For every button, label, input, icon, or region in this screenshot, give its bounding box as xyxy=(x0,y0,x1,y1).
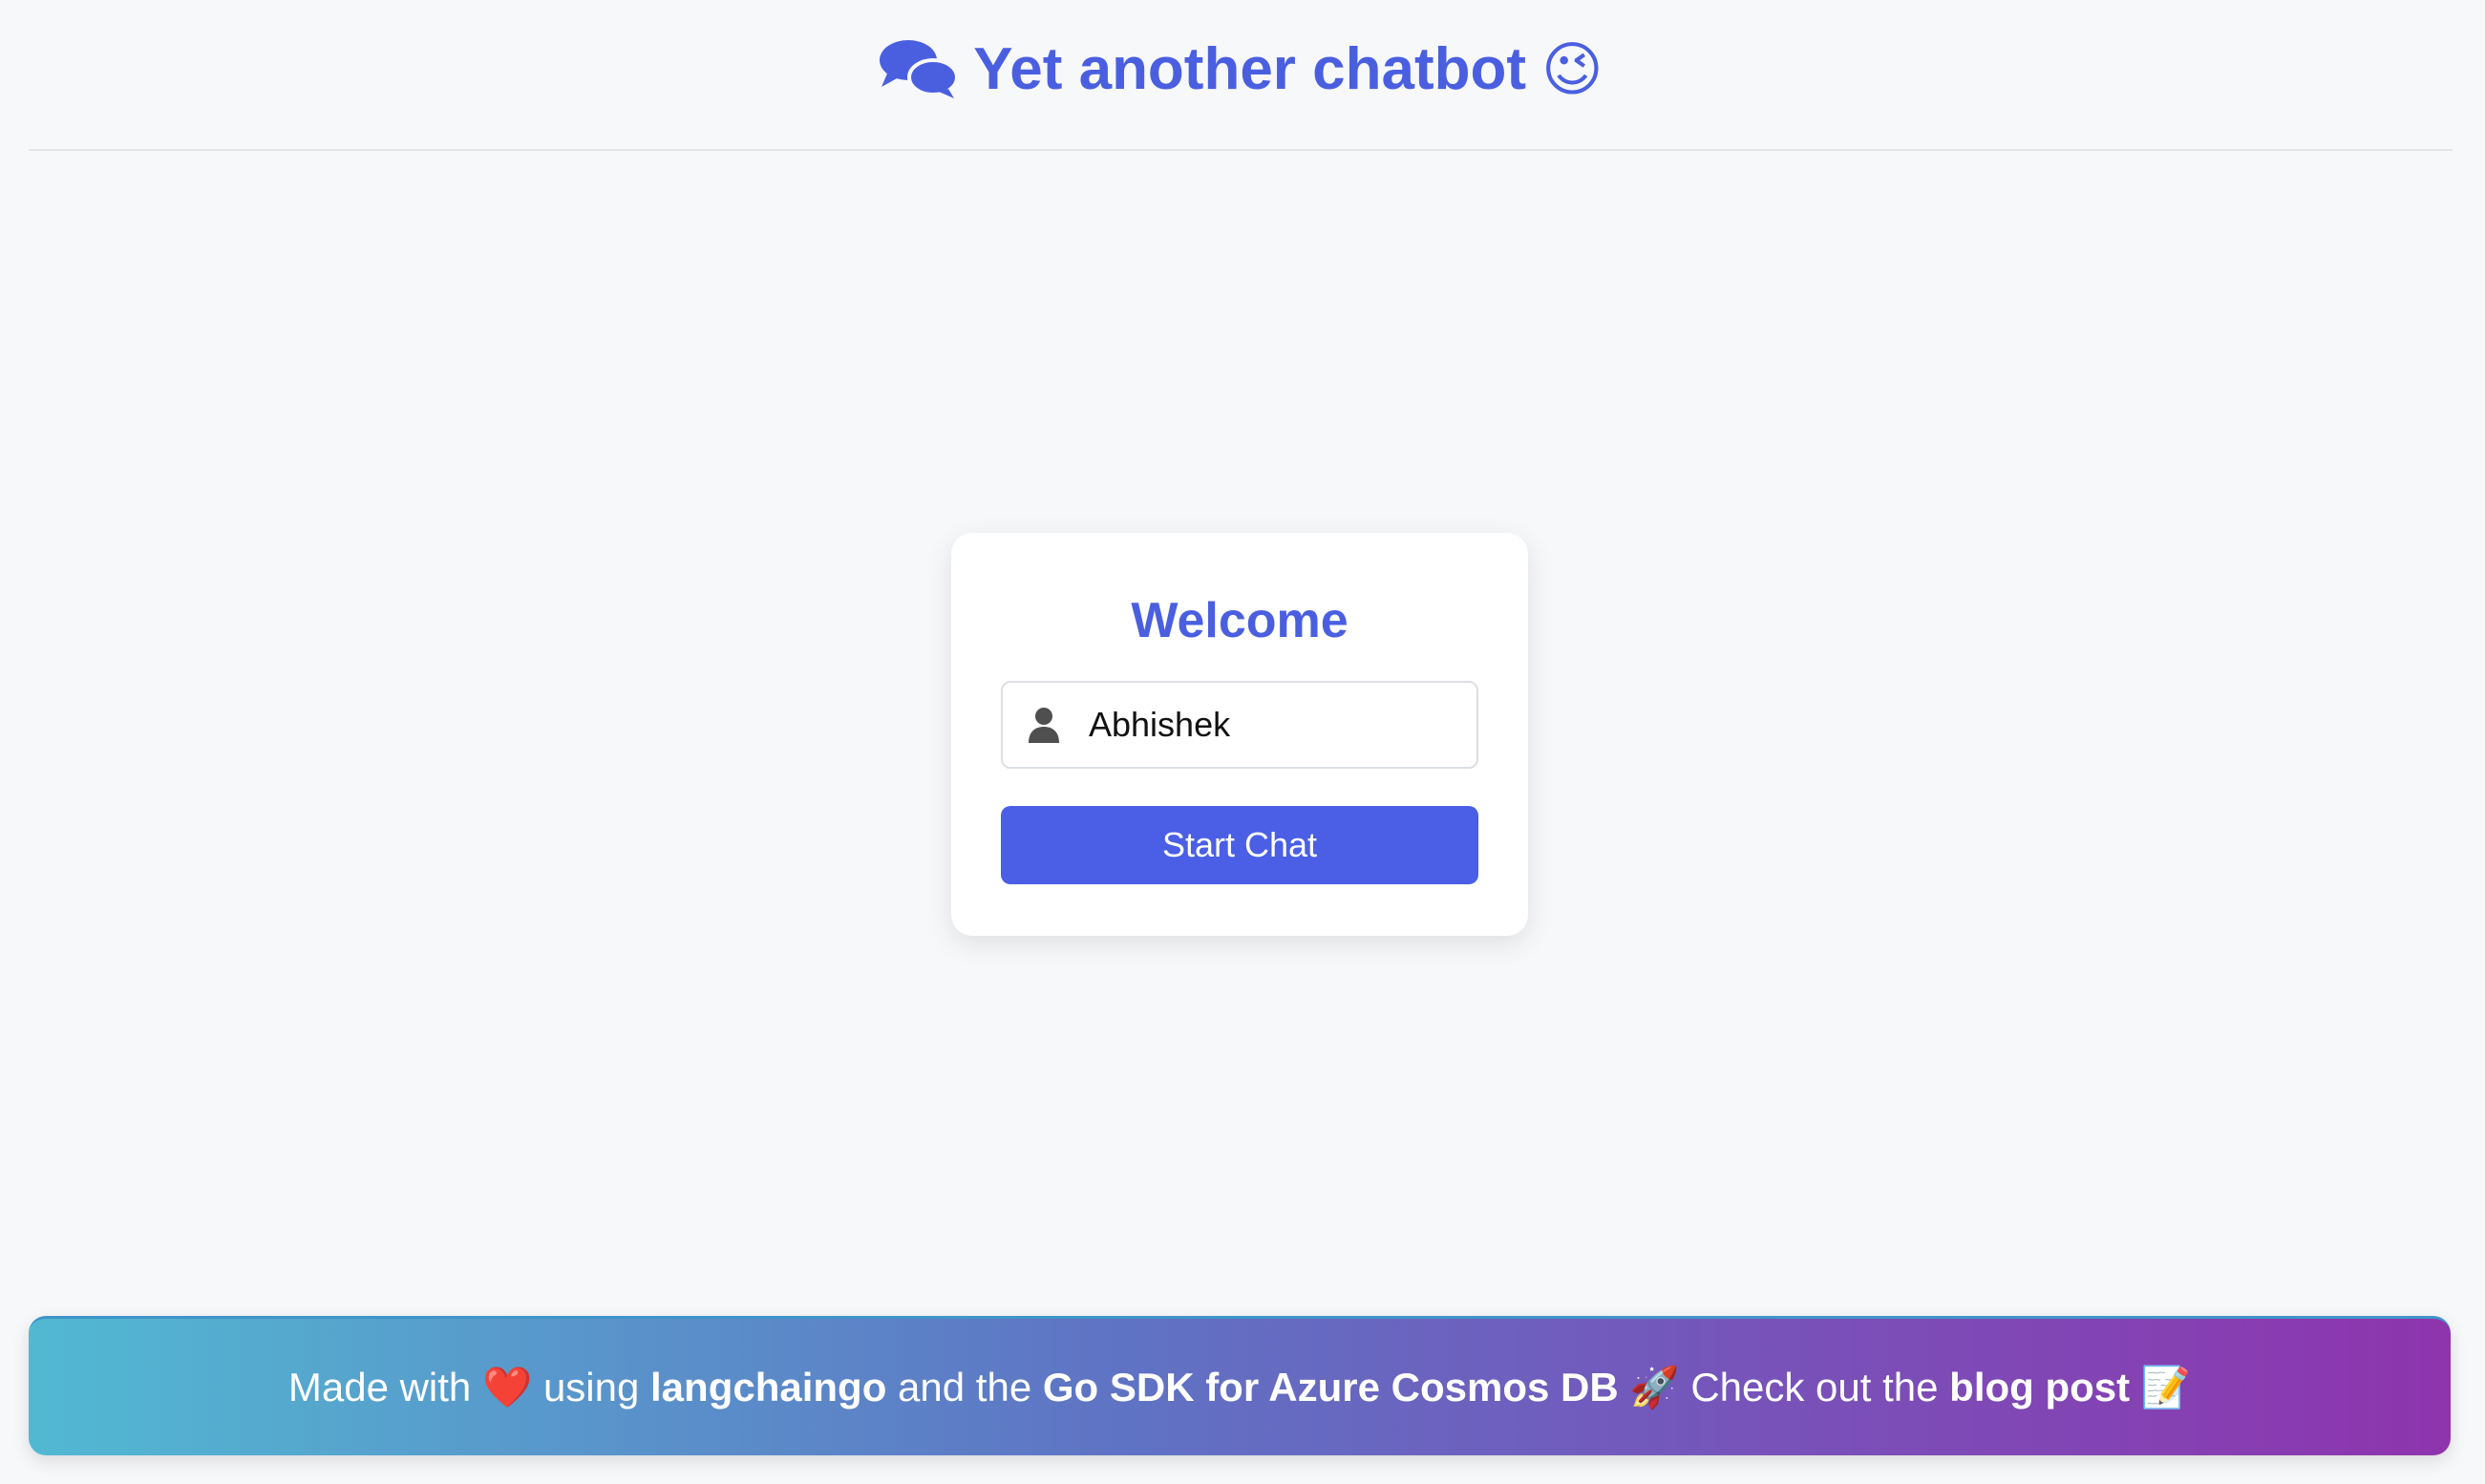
start-chat-button[interactable]: Start Chat xyxy=(1001,806,1478,884)
speech-bubbles-icon xyxy=(880,40,959,98)
cosmos-sdk-link[interactable]: Go SDK for Azure Cosmos DB xyxy=(1043,1365,1619,1410)
footer-made-with: Made with xyxy=(287,1364,472,1410)
login-card: Welcome Start Chat xyxy=(951,533,1528,936)
welcome-heading: Welcome xyxy=(1131,593,1349,648)
user-icon xyxy=(1029,708,1059,743)
footer-check-out: Check out the xyxy=(1690,1364,1939,1410)
langchaingo-link[interactable]: langchaingo xyxy=(650,1365,886,1410)
rocket-icon: 🚀 xyxy=(1629,1363,1680,1410)
footer-and-the: and the xyxy=(898,1364,1032,1410)
footer-using: using xyxy=(542,1364,640,1410)
heart-icon: ❤️ xyxy=(481,1363,533,1410)
app-title: Yet another chatbot 😉 xyxy=(878,33,1604,104)
wink-emoji-icon: 😉 xyxy=(1541,33,1604,104)
footer-banner: Made with ❤️ using langchaingo and the G… xyxy=(29,1316,2451,1455)
name-input[interactable] xyxy=(1089,705,1452,745)
app-header: Yet another chatbot 😉 xyxy=(29,0,2453,151)
app-title-text: Yet another chatbot xyxy=(973,35,1527,102)
blog-post-link[interactable]: blog post xyxy=(1949,1365,2130,1410)
memo-icon: 📝 xyxy=(2140,1363,2192,1410)
name-field[interactable] xyxy=(1001,681,1478,769)
